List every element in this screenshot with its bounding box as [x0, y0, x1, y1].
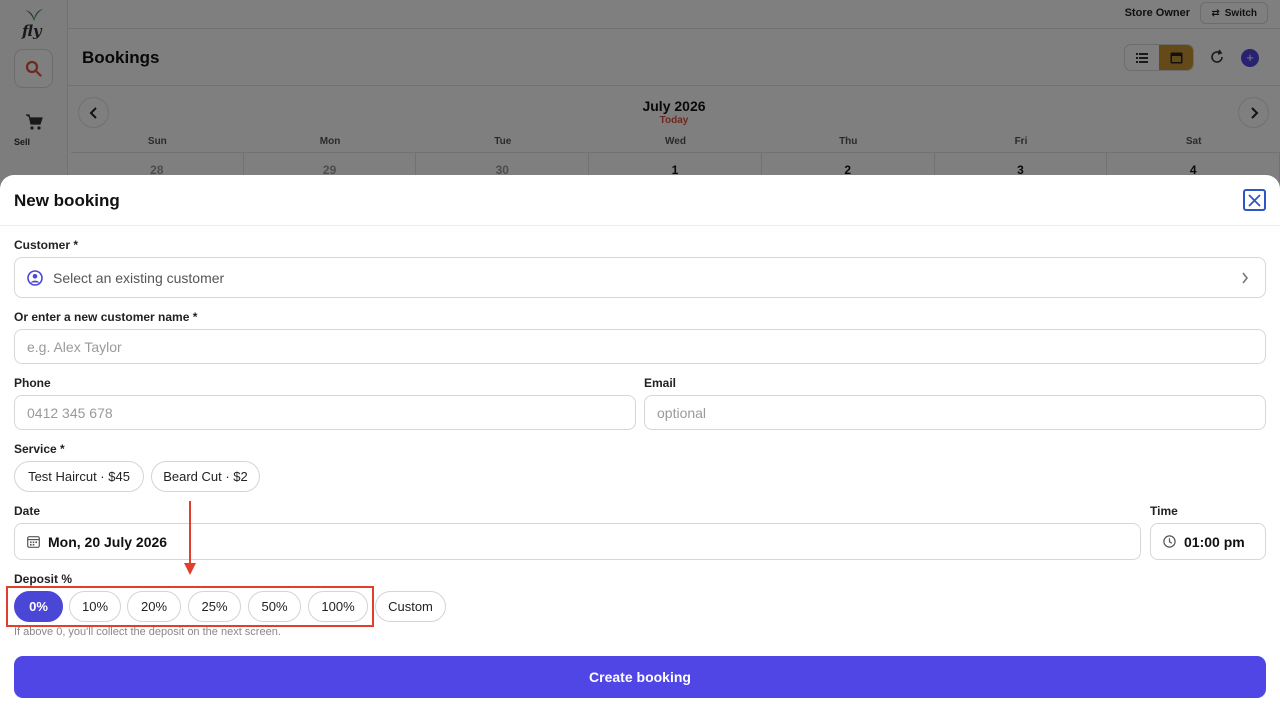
email-input[interactable]: optional: [644, 395, 1266, 430]
close-icon: [1248, 193, 1261, 207]
phone-input[interactable]: 0412 345 678: [14, 395, 636, 430]
annotation-highlight-box: [6, 586, 374, 627]
email-placeholder: optional: [657, 404, 707, 421]
new-customer-name-input[interactable]: e.g. Alex Taylor: [14, 329, 1266, 364]
new-booking-modal: New booking Customer * Select an existin…: [0, 175, 1280, 719]
customer-select-placeholder: Select an existing customer: [53, 269, 225, 286]
customer-label: Customer *: [14, 238, 79, 252]
close-button[interactable]: [1243, 189, 1266, 211]
modal-title: New booking: [14, 191, 120, 210]
date-label: Date: [14, 504, 41, 518]
deposit-label: Deposit %: [14, 572, 73, 586]
time-label: Time: [1150, 504, 1178, 518]
deposit-option-custom[interactable]: Custom: [375, 591, 446, 622]
email-label: Email: [644, 376, 677, 390]
annotation-arrow-icon: [184, 501, 196, 575]
time-picker[interactable]: 01:00 pm: [1150, 523, 1266, 560]
phone-label: Phone: [14, 376, 51, 390]
user-circle-icon: [27, 269, 43, 286]
deposit-hint: If above 0, you'll collect the deposit o…: [14, 626, 281, 638]
calendar-icon: [27, 536, 40, 548]
date-value: Mon, 20 July 2026: [48, 533, 168, 550]
new-customer-label: Or enter a new customer name *: [14, 310, 198, 324]
clock-icon: [1163, 535, 1176, 548]
customer-select[interactable]: Select an existing customer: [14, 257, 1266, 298]
new-customer-placeholder: e.g. Alex Taylor: [27, 338, 122, 355]
time-value: 01:00 pm: [1184, 533, 1245, 550]
create-booking-button[interactable]: Create booking: [14, 656, 1266, 698]
service-chip[interactable]: Beard Cut · $2: [151, 461, 260, 492]
modal-header: New booking: [0, 175, 1280, 226]
service-chip[interactable]: Test Haircut · $45: [14, 461, 144, 492]
phone-placeholder: 0412 345 678: [27, 404, 113, 421]
service-label: Service *: [14, 442, 65, 456]
chevron-right-icon: [1242, 272, 1249, 284]
